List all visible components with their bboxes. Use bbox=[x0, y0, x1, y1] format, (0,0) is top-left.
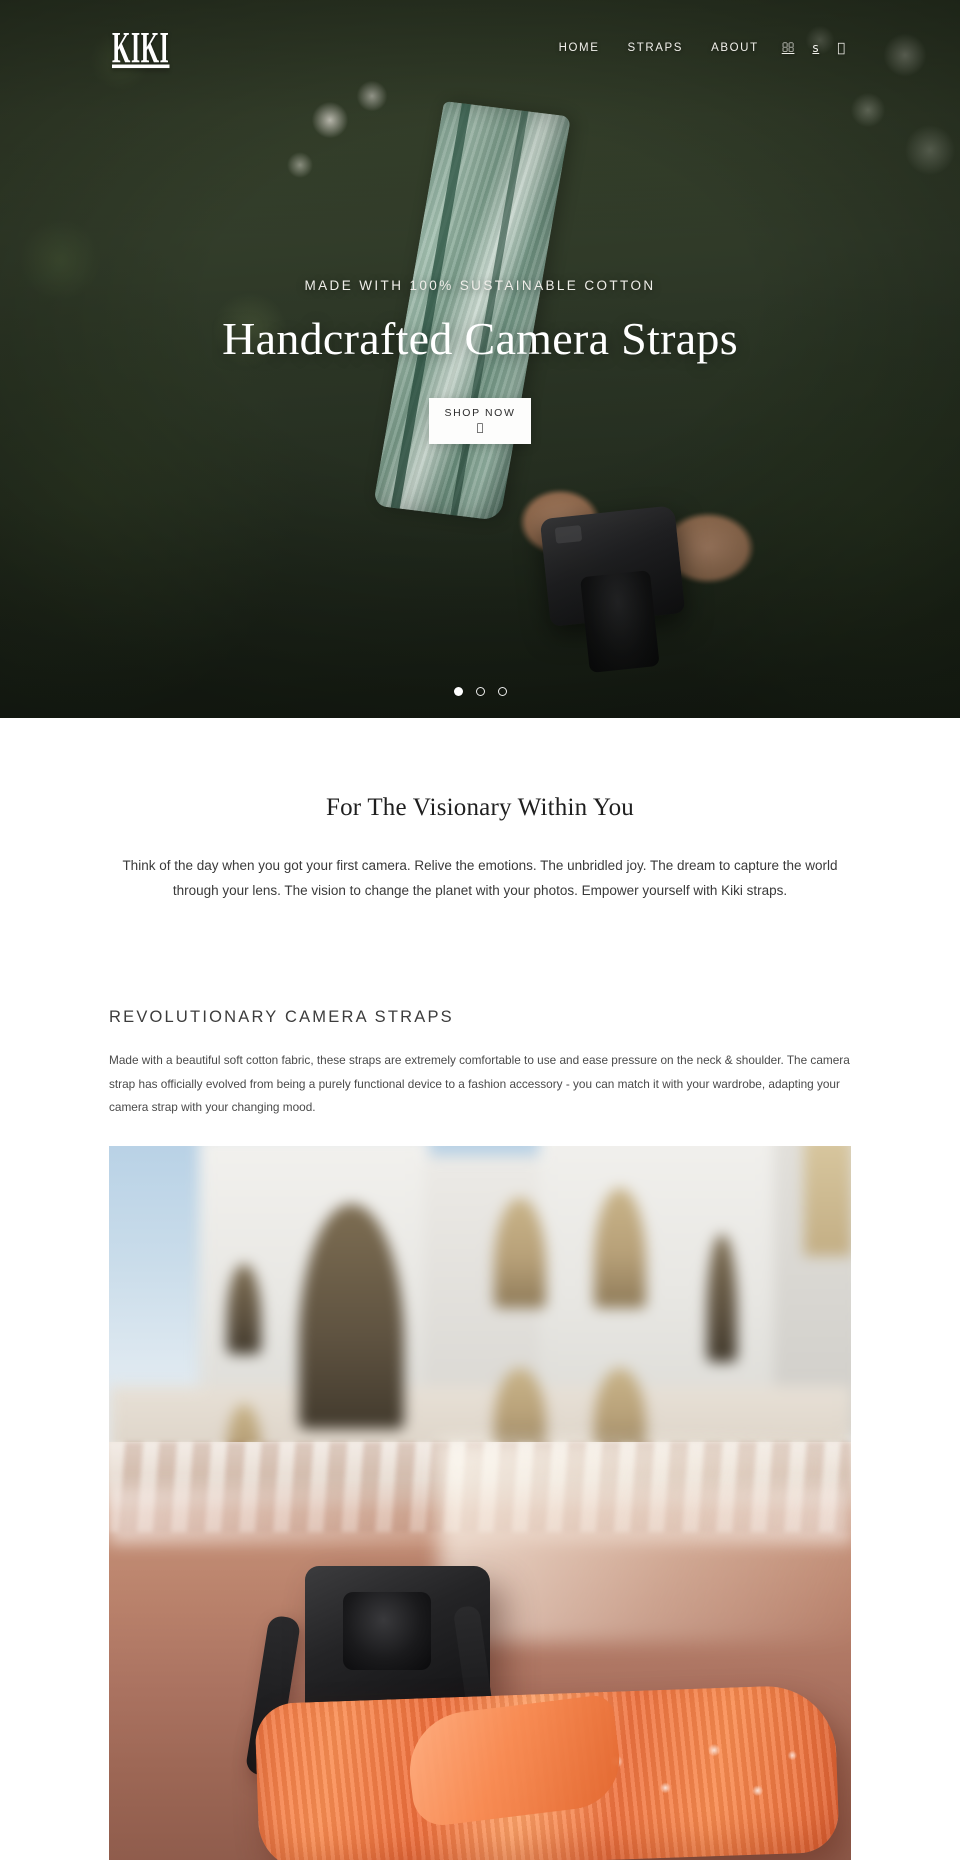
intro-section: For The Visionary Within You Think of th… bbox=[0, 718, 960, 968]
nav-right-group: HOME STRAPS ABOUT  s  bbox=[545, 35, 854, 62]
nav-link-home[interactable]: HOME bbox=[545, 36, 614, 60]
hero-section: KIKI HOME STRAPS ABOUT  s  MADE WITH 1… bbox=[0, 0, 960, 718]
photo-sunlight bbox=[439, 1441, 851, 1642]
shop-now-button[interactable]: SHOP NOW  bbox=[429, 397, 531, 444]
intro-title: For The Visionary Within You bbox=[326, 794, 634, 821]
hero-copy-block: MADE WITH 100% SUSTAINABLE COTTON Handcr… bbox=[0, 278, 960, 444]
hero-eyebrow: MADE WITH 100% SUSTAINABLE COTTON bbox=[304, 278, 656, 293]
carousel-dot-3[interactable] bbox=[497, 687, 507, 696]
arrow-right-icon:  bbox=[477, 420, 484, 435]
carousel-dot-2[interactable] bbox=[475, 687, 485, 696]
search-icon[interactable]:  bbox=[773, 35, 804, 62]
carousel-dot-1[interactable] bbox=[453, 687, 463, 696]
feature-paragraph: Made with a beautiful soft cotton fabric… bbox=[109, 1052, 850, 1115]
carousel-dots bbox=[0, 687, 960, 696]
photo-monument bbox=[109, 1145, 851, 1481]
site-logo[interactable]: KIKI bbox=[112, 26, 169, 71]
intro-paragraph: Think of the day when you got your first… bbox=[122, 858, 838, 898]
cart-icon[interactable]:  bbox=[828, 35, 854, 62]
currency-icon[interactable]: s bbox=[803, 35, 828, 61]
nav-link-about[interactable]: ABOUT bbox=[697, 36, 773, 60]
hero-title: Handcrafted Camera Straps bbox=[222, 313, 738, 364]
feature-section: REVOLUTIONARY CAMERA STRAPS Made with a … bbox=[109, 1008, 851, 1120]
shop-now-label: SHOP NOW bbox=[444, 406, 516, 419]
feature-title: REVOLUTIONARY CAMERA STRAPS bbox=[109, 1007, 454, 1026]
feature-photo bbox=[109, 1145, 851, 1860]
nav-link-straps[interactable]: STRAPS bbox=[613, 36, 697, 60]
main-navigation: KIKI HOME STRAPS ABOUT  s  bbox=[0, 0, 960, 96]
